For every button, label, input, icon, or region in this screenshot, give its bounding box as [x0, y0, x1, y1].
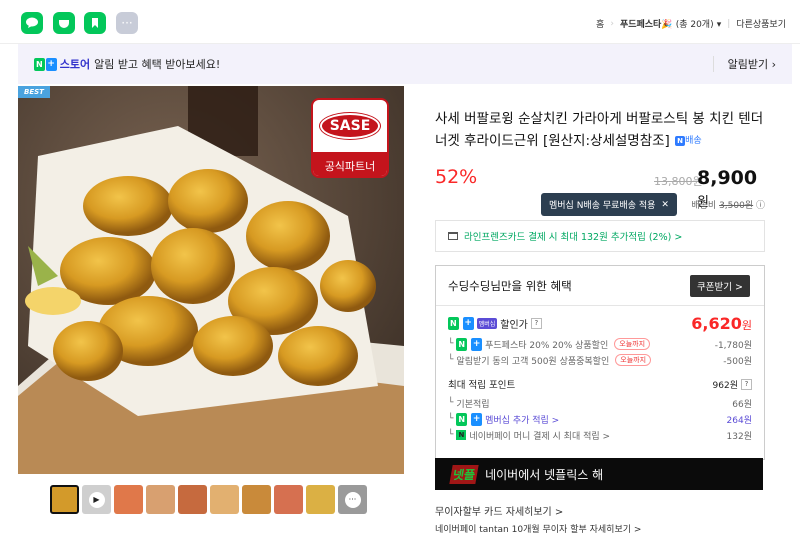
alarm-button[interactable]: 알림받기 ›: [712, 56, 776, 72]
shipping-fee: 배송비 3,500원 ⓘ: [691, 201, 765, 211]
original-price: 13,800원: [654, 175, 703, 188]
installment-line[interactable]: 무이자할부 카드 자세히보기 >: [435, 503, 563, 518]
sase-logo: SASE: [319, 112, 381, 140]
product-image[interactable]: BEST SASE 공식파트너: [18, 86, 404, 474]
breadcrumb-store[interactable]: 푸드페스타🎉 (총 20개) ▾: [620, 17, 721, 30]
thumbnail-7[interactable]: [242, 485, 271, 514]
more-share-icon[interactable]: ···: [116, 12, 138, 34]
keep-share-icon[interactable]: [84, 12, 106, 34]
cafe-share-icon[interactable]: [53, 12, 75, 34]
thumbnail-more[interactable]: ···: [338, 485, 367, 514]
official-partner-badge: SASE 공식파트너: [311, 98, 389, 178]
sale-label: 할인가: [500, 319, 528, 331]
netflix-logo: 넷플: [449, 464, 479, 484]
netflix-banner[interactable]: 넷플 네이버에서 넷플릭스 해: [435, 458, 763, 490]
store-label: 스토어: [59, 58, 91, 71]
thumbnail-9[interactable]: [306, 485, 335, 514]
close-icon[interactable]: ✕: [661, 200, 669, 210]
naver-n-icon: N: [34, 57, 45, 71]
best-badge: BEST: [18, 86, 50, 98]
banner-text: 알림 받고 혜택 받아보세요!: [94, 58, 221, 71]
npay-points-link[interactable]: 네이버페이 머니 결제 시 최대 적립 >: [469, 429, 610, 442]
blog-share-icon[interactable]: [21, 12, 43, 34]
thumbnail-video[interactable]: ▶: [82, 485, 111, 514]
card-icon: [448, 232, 458, 240]
thumbnail-8[interactable]: [274, 485, 303, 514]
alarm-banner: N + 스토어 알림 받고 혜택 받아보세요! 알림받기 ›: [18, 44, 792, 84]
other-products-link[interactable]: 다른상품보기: [736, 17, 786, 30]
help-icon[interactable]: ?: [530, 317, 542, 329]
benefit-heading: 수딩수딩님만을 위한 혜택: [448, 278, 572, 293]
top-bar: ··· 홈 › 푸드페스타🎉 (총 20개) ▾ | 다른상품보기: [0, 0, 800, 44]
thumbnail-5[interactable]: [178, 485, 207, 514]
thumbnail-strip: ▶ ···: [50, 485, 367, 514]
partner-label: 공식파트너: [313, 152, 387, 176]
coupon-button[interactable]: 쿠폰받기 >: [690, 274, 750, 297]
npay-installment-line[interactable]: 네이버페이 tantan 10개월 무이자 할부 자세히보기 >: [435, 522, 641, 535]
card-promo-bar[interactable]: 라인프렌즈카드 결제 시 최대 132원 추가적립 (2%) >: [435, 220, 765, 252]
product-title: 사세 버팔로윙 순살치킨 가라아게 버팔로스틱 봉 치킨 텐더 너겟 후라이드근…: [435, 108, 765, 152]
npay-icon: N: [456, 430, 467, 440]
n-delivery-badge: N 배송: [674, 130, 702, 152]
thumbnail-4[interactable]: [146, 485, 175, 514]
thumbnail-1[interactable]: [50, 485, 79, 514]
benefit-box: 수딩수딩님만을 위한 혜택 쿠폰받기 > N + 멤버십 할인가 ? 6,620원 …: [435, 265, 765, 460]
benefit-sale-price: 6,620원: [691, 313, 752, 333]
thumbnail-6[interactable]: [210, 485, 239, 514]
info-icon[interactable]: ⓘ: [756, 201, 765, 211]
plus-icon: +: [45, 57, 57, 71]
more-icon: ···: [344, 491, 361, 508]
breadcrumb-home[interactable]: 홈: [596, 17, 604, 30]
thumbnail-3[interactable]: [114, 485, 143, 514]
shipping-tooltip: 멤버십 N배송 무료배송 적용 ✕: [541, 193, 677, 216]
product-info: 사세 버팔로윙 순살치킨 가라아게 버팔로스틱 봉 치킨 텐더 너겟 후라이드근…: [435, 86, 765, 460]
price-box: 52% 13,800원 8,900원 멤버십 N배송 무료배송 적용 ✕ 배송비 …: [435, 164, 765, 216]
breadcrumb: 홈 › 푸드페스타🎉 (총 20개) ▾ | 다른상품보기: [596, 17, 786, 31]
netflix-text: 네이버에서 넷플릭스 해: [485, 467, 604, 482]
membership-points-link[interactable]: 멤버십 추가 적립 >: [485, 413, 559, 426]
play-icon: ▶: [88, 491, 105, 508]
discount-rate: 52%: [435, 166, 478, 188]
